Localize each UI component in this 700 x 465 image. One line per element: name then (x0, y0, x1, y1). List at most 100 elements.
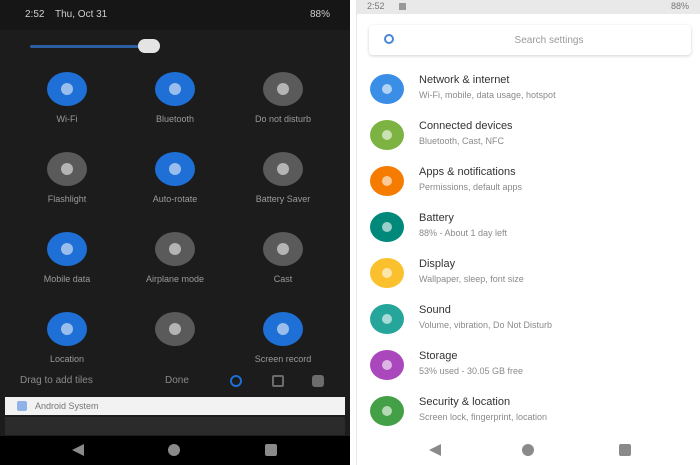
status-time: 2:52 (25, 9, 45, 20)
home-icon[interactable] (522, 444, 534, 456)
quick-tile[interactable]: Cast (233, 232, 333, 302)
edit-icon[interactable] (272, 375, 284, 387)
rotate-icon[interactable] (155, 152, 195, 186)
settings-item-title: Apps & notifications (419, 166, 516, 178)
settings-glyph (382, 406, 392, 416)
recents-icon[interactable] (265, 444, 277, 456)
settings-glyph (382, 222, 392, 232)
quick-settings-phone: 2:52 Thu, Oct 31 88% Wi-Fi Bluetooth Do no… (0, 0, 350, 465)
brightness-track (30, 45, 140, 48)
settings-glyph (382, 130, 392, 140)
notification-text: Android System (35, 401, 99, 411)
search-input[interactable] (449, 31, 649, 49)
settings-item[interactable]: Display Wallpaper, sleep, font size (357, 254, 700, 298)
tile-glyph (277, 163, 289, 175)
quick-tile-label: Battery Saver (255, 194, 311, 204)
tile-glyph (169, 83, 181, 95)
settings-item[interactable]: Apps & notifications Permissions, default… (357, 162, 700, 206)
settings-glyph (382, 314, 392, 324)
quick-tile-label: Auto-rotate (152, 194, 198, 204)
tile-glyph (277, 243, 289, 255)
bluetooth-icon[interactable] (155, 72, 195, 106)
settings-item-subtitle: Permissions, default apps (419, 182, 523, 192)
tile-glyph (61, 163, 73, 175)
edit-tiles-label: Drag to add tiles (20, 375, 93, 386)
sound-icon (370, 304, 404, 334)
devices-icon (370, 120, 404, 150)
display-icon (370, 258, 404, 288)
back-icon[interactable] (429, 444, 441, 456)
status-time: 2:52 (367, 1, 385, 11)
tile-glyph (61, 83, 73, 95)
done-button[interactable]: Done (165, 375, 189, 386)
status-battery: 88% (309, 9, 330, 20)
notification-card[interactable]: Android System (5, 397, 345, 415)
navigation-bar (357, 436, 700, 465)
flashlight-icon[interactable] (47, 152, 87, 186)
dnd-icon[interactable] (263, 72, 303, 106)
quick-tile[interactable]: Airplane mode (125, 232, 225, 302)
back-icon[interactable] (72, 444, 84, 456)
screen-record-icon[interactable] (263, 312, 303, 346)
status-bar: 2:52 88% (357, 0, 700, 14)
settings-item-title: Connected devices (419, 120, 513, 132)
battery-icon (370, 212, 404, 242)
tile-glyph (169, 163, 181, 175)
cast-icon[interactable] (263, 232, 303, 266)
tile-glyph (277, 323, 289, 335)
settings-item[interactable]: Connected devices Bluetooth, Cast, NFC (357, 116, 700, 160)
quick-tile-label: Location (49, 354, 85, 364)
search-icon[interactable] (384, 34, 394, 44)
settings-phone: 2:52 88% Network & internet Wi-Fi, mobile… (356, 0, 700, 465)
settings-item-title: Storage (419, 350, 458, 362)
recents-icon[interactable] (619, 444, 631, 456)
quick-tile[interactable]: Auto-rotate (125, 152, 225, 222)
settings-item[interactable]: Security & location Screen lock, fingerpr… (357, 392, 700, 436)
brightness-thumb[interactable] (138, 39, 160, 53)
quick-tile[interactable]: Wi-Fi (17, 72, 117, 142)
location-icon[interactable] (47, 312, 87, 346)
settings-glyph (382, 84, 392, 94)
quick-tile-label: Mobile data (43, 274, 91, 284)
brightness-slider[interactable] (30, 39, 160, 53)
status-date: Thu, Oct 31 (55, 9, 108, 20)
quick-tile[interactable]: Flashlight (17, 152, 117, 222)
user-icon[interactable] (230, 375, 242, 387)
status-bar: 2:52 Thu, Oct 31 88% (0, 0, 350, 30)
hotspot-icon[interactable] (155, 312, 195, 346)
quick-tile-label: Cast (273, 274, 293, 284)
settings-glyph (382, 360, 392, 370)
search-bar[interactable] (369, 25, 691, 55)
gear-icon[interactable] (312, 375, 324, 387)
wifi-icon[interactable] (47, 72, 87, 106)
tile-glyph (169, 323, 181, 335)
storage-icon (370, 350, 404, 380)
android-system-icon (17, 401, 27, 411)
quick-settings-footer: Drag to add tiles Done (0, 370, 350, 392)
quick-tile[interactable]: Do not disturb (233, 72, 333, 142)
quick-tile[interactable]: Bluetooth (125, 72, 225, 142)
airplane-icon[interactable] (155, 232, 195, 266)
settings-item-title: Display (419, 258, 456, 270)
quick-tile-label: Do not disturb (254, 114, 312, 124)
tile-glyph (61, 243, 73, 255)
quick-tile-label: Wi-Fi (56, 114, 78, 124)
quick-tile[interactable]: Mobile data (17, 232, 117, 302)
settings-item[interactable]: Battery 88% - About 1 day left (357, 208, 700, 252)
tile-glyph (277, 83, 289, 95)
notification-dot-icon (399, 3, 406, 10)
security-icon (370, 396, 404, 426)
battery-saver-icon[interactable] (263, 152, 303, 186)
settings-item-subtitle: 53% used - 30.05 GB free (419, 366, 524, 376)
settings-item-subtitle: 88% - About 1 day left (419, 228, 508, 238)
mobile-data-icon[interactable] (47, 232, 87, 266)
tile-glyph (61, 323, 73, 335)
settings-item[interactable]: Network & internet Wi-Fi, mobile, data us… (357, 70, 700, 114)
settings-item[interactable]: Sound Volume, vibration, Do Not Disturb (357, 300, 700, 344)
quick-tile[interactable]: Battery Saver (233, 152, 333, 222)
quick-tile-label: Flashlight (47, 194, 87, 204)
settings-item-subtitle: Volume, vibration, Do Not Disturb (419, 320, 553, 330)
settings-item[interactable]: Storage 53% used - 30.05 GB free (357, 346, 700, 390)
quick-tile-label: Airplane mode (145, 274, 205, 284)
home-icon[interactable] (168, 444, 180, 456)
